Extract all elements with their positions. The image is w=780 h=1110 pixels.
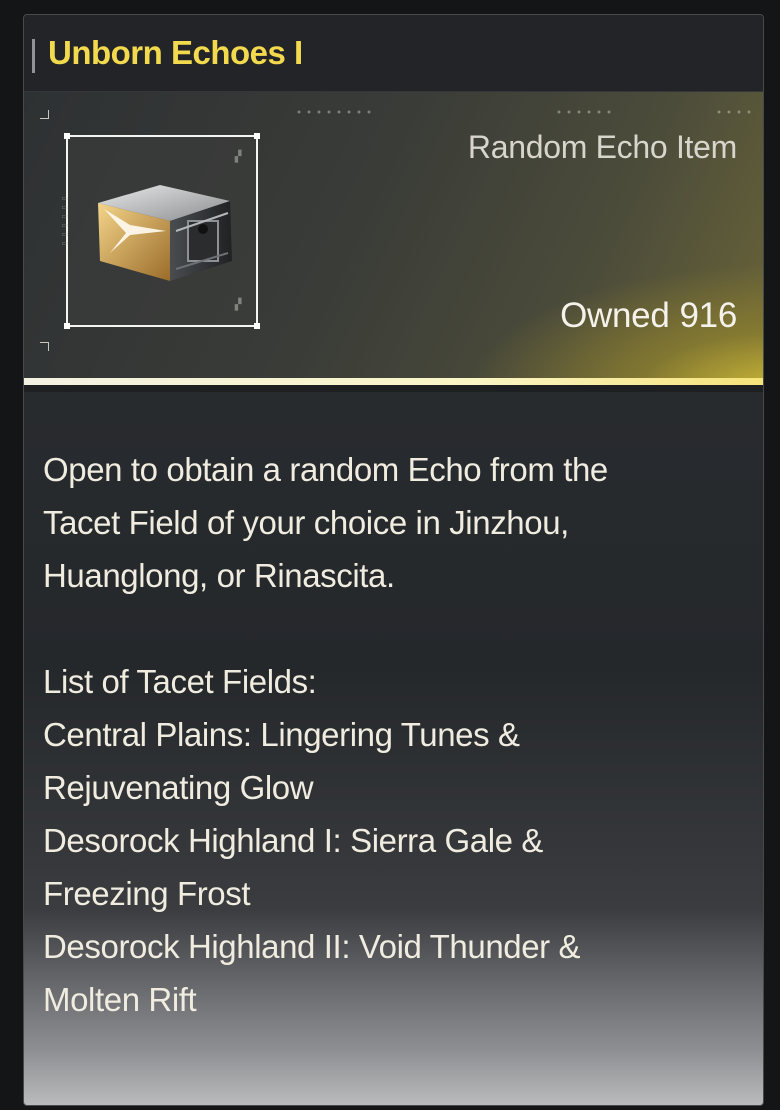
tacet-list-line: Desorock Highland I: Sierra Gale & bbox=[43, 822, 543, 859]
frame-corner bbox=[64, 323, 70, 329]
description-line: Open to obtain a random Echo from the bbox=[43, 451, 608, 488]
title-accent-bar bbox=[32, 39, 35, 73]
corner-mark-bottom-left bbox=[40, 342, 49, 351]
description-line: Huanglong, or Rinascita. bbox=[43, 557, 395, 594]
tacet-list-line: Freezing Frost bbox=[43, 875, 251, 912]
frame-corner bbox=[254, 133, 260, 139]
item-banner: ▞ ▞ ▯▯▯▯▯▯ Random Echo Item Owned 916 bbox=[24, 92, 763, 385]
frame-corner bbox=[254, 323, 260, 329]
frame-corner bbox=[64, 133, 70, 139]
tacet-list-line: Desorock Highland II: Void Thunder & bbox=[43, 928, 581, 965]
description-line: Tacet Field of your choice in Jinzhou, bbox=[43, 504, 569, 541]
banner-highlight-line bbox=[24, 378, 763, 385]
frame-glyph-icon: ▞ bbox=[234, 298, 242, 311]
decor-side-text: ▯▯▯▯▯▯ bbox=[59, 195, 71, 250]
tacet-list-line: Rejuvenating Glow bbox=[43, 769, 314, 806]
supply-chest-icon bbox=[98, 185, 232, 281]
decor-dots bbox=[294, 110, 374, 114]
banner-divider bbox=[24, 385, 763, 392]
tacet-list-line: Central Plains: Lingering Tunes & bbox=[43, 716, 520, 753]
item-title: Unborn Echoes I bbox=[48, 34, 303, 71]
item-detail-panel: Unborn Echoes I ▞ ▞ ▯▯▯▯▯▯ Random Echo I… bbox=[23, 14, 764, 1106]
decor-dots bbox=[714, 110, 754, 114]
item-icon-frame[interactable]: ▞ ▞ ▯▯▯▯▯▯ bbox=[60, 133, 260, 329]
owned-value: 916 bbox=[679, 296, 738, 335]
decor-dots bbox=[554, 110, 614, 114]
owned-count: Owned 916 bbox=[560, 296, 737, 336]
item-description: Open to obtain a random Echo from the Ta… bbox=[43, 443, 743, 1026]
frame-glyph-icon: ▞ bbox=[234, 150, 242, 163]
item-type: Random Echo Item bbox=[467, 129, 737, 165]
tacet-list-line: Molten Rift bbox=[43, 981, 197, 1018]
corner-mark-top-left bbox=[40, 110, 49, 119]
owned-label: Owned bbox=[560, 296, 670, 335]
tacet-list-heading: List of Tacet Fields: bbox=[43, 663, 317, 700]
title-bar: Unborn Echoes I bbox=[24, 15, 763, 92]
